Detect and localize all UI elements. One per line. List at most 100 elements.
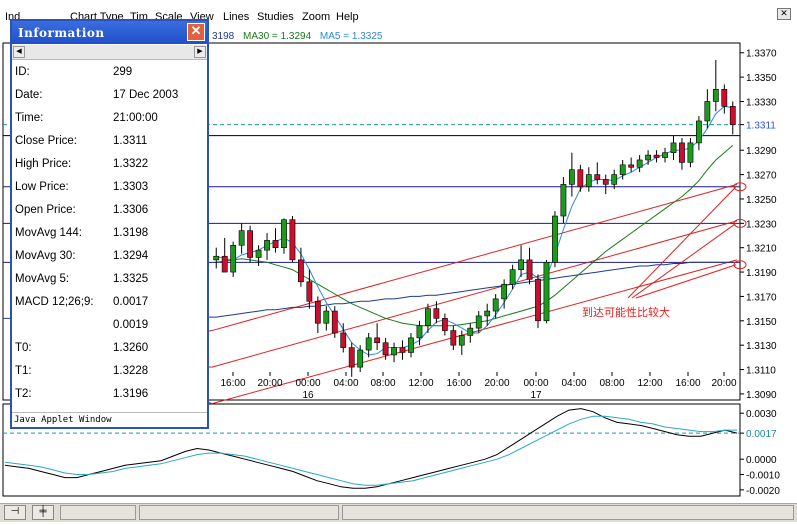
info-row-label: ID: <box>15 66 30 78</box>
up-candle <box>662 152 668 158</box>
ma144-label: 3198 <box>212 31 235 42</box>
status-segment-2 <box>139 505 339 520</box>
macd-tick-label: 0.0000 <box>746 455 777 466</box>
info-row-value: 1.3228 <box>113 365 149 377</box>
time-tick-label: 08:00 <box>370 378 395 389</box>
info-row-label: MovAvg 144: <box>15 227 82 239</box>
down-candle <box>247 230 254 258</box>
down-candle <box>441 318 448 331</box>
up-candle <box>281 219 287 248</box>
up-candle <box>501 283 508 300</box>
down-candle <box>331 310 338 334</box>
info-row-label: Close Price: <box>15 135 77 147</box>
time-tick-label: 00:00 <box>295 378 320 389</box>
info-row-value: 1.3260 <box>113 342 149 354</box>
up-candle <box>611 174 618 185</box>
down-candle <box>382 342 389 356</box>
up-candle <box>416 325 423 339</box>
up-candle <box>213 255 220 261</box>
status-segment-3 <box>342 505 794 520</box>
info-row-label: MovAvg 30: <box>15 250 76 262</box>
info-row-value: 1.3198 <box>113 227 149 239</box>
menu-item-zoom[interactable]: Zoom <box>302 11 330 23</box>
up-candle <box>509 269 516 285</box>
info-row-value: 1.3325 <box>113 273 149 285</box>
scroll-left-icon[interactable]: ◀ <box>13 46 25 58</box>
time-tick-label: 08:00 <box>599 378 624 389</box>
time-tick-label: 20:00 <box>711 378 736 389</box>
info-row-label: T1: <box>15 365 32 377</box>
down-candle <box>433 308 440 319</box>
moving-average-legend: 3198 MA30 = 1.3294 MA5 = 1.3325 <box>212 31 388 42</box>
information-window[interactable]: Information ✕ ◀ ▶ ID: 299 Date: 17 Dec 2003… <box>10 19 209 429</box>
price-tick-label: 1.3311 <box>746 121 776 132</box>
crosshair-icon[interactable]: ╪ <box>32 505 54 520</box>
up-candle <box>230 244 237 273</box>
time-tick-label: 12:00 <box>637 378 662 389</box>
applet-window-label: Java Applet Window <box>14 415 112 425</box>
up-candle <box>475 315 482 329</box>
info-row-label: Low Price: <box>15 181 69 193</box>
scroll-right-icon[interactable]: ▶ <box>194 46 206 58</box>
info-row-value: 1.3303 <box>113 181 149 193</box>
time-tick-label: 12:00 <box>408 378 433 389</box>
down-candle <box>594 174 601 180</box>
info-title-bar[interactable]: Information ✕ <box>12 21 207 44</box>
up-candle <box>585 174 592 188</box>
price-tick-label: 1.3270 <box>746 171 777 182</box>
price-tick-label: 1.3350 <box>746 73 777 84</box>
price-tick-label: 1.3190 <box>746 268 777 279</box>
info-row-label: Date: <box>15 89 43 101</box>
macd-tick-label: -0.0010 <box>746 471 780 482</box>
menu-item-help[interactable]: Help <box>336 11 359 23</box>
up-candle <box>238 230 245 246</box>
up-candle <box>645 154 651 161</box>
price-tick-label: 1.3150 <box>746 317 777 328</box>
down-candle <box>314 301 321 324</box>
price-tick-label: 1.3210 <box>746 244 777 255</box>
down-candle <box>721 89 728 107</box>
down-candle <box>340 332 347 348</box>
menu-item-lines[interactable]: Lines <box>223 11 249 23</box>
info-row-label: High Price: <box>15 158 72 170</box>
ma5-label: MA5 = 1.3325 <box>319 31 383 42</box>
up-candle <box>408 337 414 353</box>
info-row-label: T2: <box>15 388 32 400</box>
down-candle <box>399 347 406 353</box>
down-candle <box>272 240 279 248</box>
down-candle <box>602 179 609 185</box>
time-tick-label: 16:00 <box>220 378 245 389</box>
up-candle <box>365 337 372 351</box>
pin-icon[interactable]: ⊣ <box>4 505 26 520</box>
up-candle <box>323 310 330 324</box>
info-row-label: MovAvg 5: <box>15 273 70 285</box>
up-candle <box>560 184 567 217</box>
info-row-label: Time: <box>15 112 44 124</box>
info-row-label: T0: <box>15 342 32 354</box>
down-candle <box>374 337 381 344</box>
window-close-icon[interactable]: ✕ <box>777 8 791 20</box>
bottom-toolbar: ⊣ ╪ <box>0 503 797 522</box>
price-tick-label: 1.3170 <box>746 292 777 303</box>
up-candle <box>552 215 558 263</box>
time-tick-label: 04:00 <box>333 378 358 389</box>
price-tick-label: 1.3130 <box>746 341 777 352</box>
down-candle <box>348 347 355 368</box>
info-row-value: 1.3311 <box>113 135 148 147</box>
info-close-button[interactable]: ✕ <box>187 23 205 41</box>
down-candle <box>535 279 541 322</box>
down-candle <box>289 219 296 261</box>
up-candle <box>484 310 491 317</box>
up-candle <box>425 308 431 326</box>
menu-item-studies[interactable]: Studies <box>257 11 294 23</box>
info-row-value: 1.3196 <box>113 388 149 400</box>
up-candle <box>695 120 702 144</box>
down-candle <box>577 169 584 188</box>
up-candle <box>492 298 499 312</box>
up-candle <box>704 101 711 122</box>
info-row-value: 0.0017 <box>113 296 149 308</box>
down-candle <box>298 259 304 283</box>
down-candle <box>450 330 457 346</box>
up-candle <box>458 335 465 346</box>
info-horizontal-scrollbar[interactable]: ◀ ▶ <box>12 45 207 60</box>
